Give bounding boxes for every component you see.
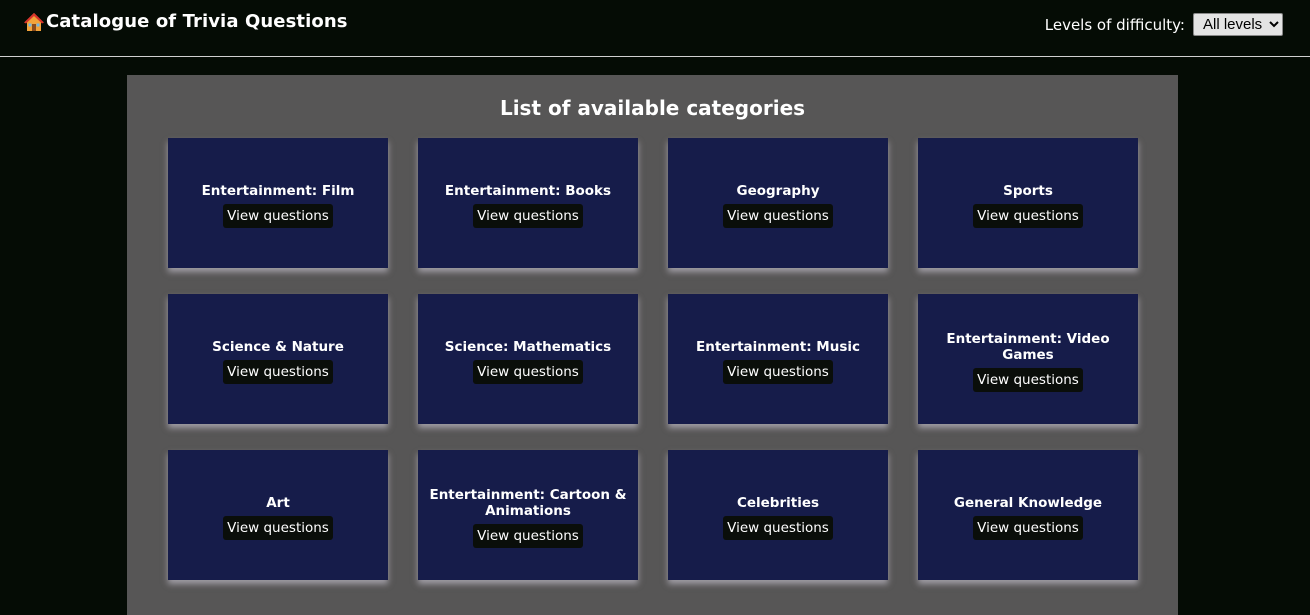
category-card: Geography View questions (668, 138, 888, 268)
view-questions-button[interactable]: View questions (473, 359, 583, 384)
view-questions-button[interactable]: View questions (473, 203, 583, 228)
view-questions-button[interactable]: View questions (973, 367, 1083, 392)
view-questions-button[interactable]: View questions (223, 515, 333, 540)
category-grid: Entertainment: Film View questions Enter… (168, 138, 1138, 580)
brand[interactable]: Catalogue of Trivia Questions (24, 11, 348, 32)
category-card: Entertainment: Music View questions (668, 294, 888, 424)
category-card: Entertainment: Books View questions (418, 138, 638, 268)
view-questions-button[interactable]: View questions (973, 203, 1083, 228)
top-header: Catalogue of Trivia Questions Levels of … (0, 0, 1310, 57)
view-questions-button[interactable]: View questions (723, 515, 833, 540)
category-title: Celebrities (736, 494, 820, 511)
view-questions-button[interactable]: View questions (223, 359, 333, 384)
category-title: Science & Nature (212, 338, 344, 355)
category-card: Celebrities View questions (668, 450, 888, 580)
category-card: General Knowledge View questions (918, 450, 1138, 580)
category-title: General Knowledge (953, 494, 1103, 511)
category-card: Art View questions (168, 450, 388, 580)
difficulty-select[interactable]: All levels (1193, 13, 1283, 36)
category-title: Sports (1003, 182, 1053, 199)
category-title: Entertainment: Music (696, 338, 860, 355)
category-card: Science & Nature View questions (168, 294, 388, 424)
category-title: Art (266, 494, 290, 511)
category-title: Entertainment: Video Games (946, 330, 1110, 363)
view-questions-button[interactable]: View questions (723, 203, 833, 228)
category-card: Entertainment: Film View questions (168, 138, 388, 268)
category-title: Geography (736, 182, 820, 199)
difficulty-filter: Levels of difficulty: All levels (1045, 13, 1283, 36)
view-questions-button[interactable]: View questions (723, 359, 833, 384)
category-card: Science: Mathematics View questions (418, 294, 638, 424)
category-title: Entertainment: Cartoon & Animations (429, 486, 627, 519)
category-title: Entertainment: Film (201, 182, 355, 199)
category-title: Entertainment: Books (444, 182, 612, 199)
difficulty-label: Levels of difficulty: (1044, 15, 1185, 34)
category-title: Science: Mathematics (444, 338, 612, 355)
page-title: List of available categories (499, 96, 806, 120)
house-icon (24, 12, 44, 32)
category-card: Sports View questions (918, 138, 1138, 268)
category-card: Entertainment: Video Games View question… (918, 294, 1138, 424)
app-title: Catalogue of Trivia Questions (46, 11, 348, 32)
categories-panel: List of available categories Entertainme… (127, 75, 1178, 615)
view-questions-button[interactable]: View questions (473, 523, 583, 548)
view-questions-button[interactable]: View questions (973, 515, 1083, 540)
category-card: Entertainment: Cartoon & Animations View… (418, 450, 638, 580)
view-questions-button[interactable]: View questions (223, 203, 333, 228)
